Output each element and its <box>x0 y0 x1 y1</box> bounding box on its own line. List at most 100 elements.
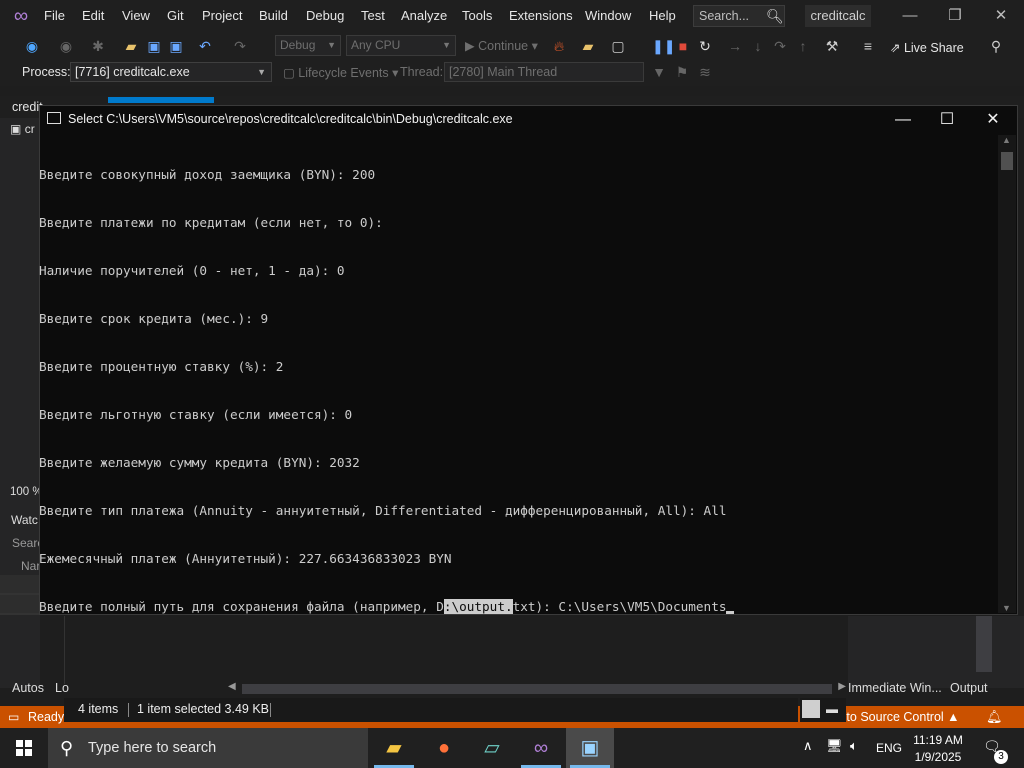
menu-debug[interactable]: Debug <box>306 8 344 23</box>
open-folder-icon[interactable]: ▰ <box>123 38 139 54</box>
tab-output[interactable]: Output <box>950 681 988 695</box>
file-explorer-icon[interactable]: ▰ <box>370 728 418 768</box>
console-close-icon[interactable]: ✕ <box>973 110 1013 130</box>
firefox-icon[interactable]: ● <box>420 728 468 768</box>
step-over-icon[interactable]: ↷ <box>772 38 788 54</box>
step-into-icon[interactable]: ↓ <box>750 38 766 54</box>
show-next-statement-icon[interactable]: → <box>727 38 743 54</box>
input-language[interactable]: ENG <box>876 741 902 755</box>
console-app-taskbar-icon[interactable]: ▣ <box>566 728 614 768</box>
console-input-line[interactable]: Введите полный путь для сохранения файла… <box>39 599 997 615</box>
configuration-combo[interactable]: Debug ▼ <box>275 35 341 56</box>
minimize-icon[interactable]: — <box>895 6 925 26</box>
details-view-icon[interactable] <box>802 700 820 718</box>
undo-icon[interactable]: ↶ <box>197 38 213 54</box>
network-icon[interactable]: 🖥︎ <box>826 738 843 754</box>
clock-date[interactable]: 1/9/2025 <box>912 750 964 764</box>
menu-project[interactable]: Project <box>202 8 242 23</box>
menu-view[interactable]: View <box>122 8 150 23</box>
visual-studio-taskbar-icon[interactable]: ∞ <box>517 728 565 768</box>
save-all-icon[interactable]: ▣ <box>168 38 184 54</box>
watch-name-column-header: Nar <box>21 559 41 573</box>
filter-icon[interactable]: ▼ <box>651 64 667 80</box>
notification-bell-icon[interactable]: 🔔︎ <box>986 709 1003 725</box>
thread-combo[interactable]: [2780] Main Thread <box>444 62 644 82</box>
clock-time[interactable]: 11:19 AM <box>912 733 964 747</box>
stack-frame-icon[interactable]: ≋ <box>697 64 713 80</box>
menu-edit[interactable]: Edit <box>82 8 104 23</box>
large-icons-view-icon[interactable]: ▬ <box>826 702 838 716</box>
break-all-icon[interactable]: ❚❚ <box>652 38 675 54</box>
console-line: Введите льготную ставку (если имеется): … <box>39 407 353 422</box>
tab-immediate-window[interactable]: Immediate Win... <box>848 681 942 695</box>
scroll-thumb[interactable] <box>242 684 832 694</box>
console-minimize-icon[interactable]: — <box>883 110 923 130</box>
process-combo[interactable]: [7716] creditcalc.exe ▼ <box>70 62 272 82</box>
platform-combo[interactable]: Any CPU ▼ <box>346 35 456 56</box>
scroll-left-icon[interactable]: ◀ <box>228 681 236 692</box>
menu-git[interactable]: Git <box>167 8 184 23</box>
scroll-down-icon[interactable]: ▼ <box>1002 603 1011 613</box>
watch-panel-title: Watc <box>11 513 38 527</box>
flag-icon[interactable]: ⚑ <box>674 64 690 80</box>
items-count: 4 items <box>78 702 119 716</box>
console-scrollbar[interactable]: ▲ ▼ <box>998 135 1016 613</box>
console-line: Наличие поручителей (0 - нет, 1 - да): 0 <box>39 263 345 278</box>
scroll-up-icon[interactable]: ▲ <box>1002 135 1011 145</box>
new-project-icon[interactable]: ✱ <box>90 38 106 54</box>
feedback-icon[interactable]: ⚲ <box>988 38 1004 54</box>
restore-icon[interactable]: ❐ <box>940 6 970 26</box>
csharp-file-icon: ▣ <box>10 122 22 136</box>
redo-icon[interactable]: ↷ <box>232 38 248 54</box>
console-output[interactable]: Введите совокупный доход заемщика (BYN):… <box>39 135 997 614</box>
console-maximize-icon[interactable]: ☐ <box>927 110 967 130</box>
menu-analyze[interactable]: Analyze <box>401 8 447 23</box>
scroll-right-icon[interactable]: ▶ <box>838 681 846 692</box>
stop-icon[interactable]: ■ <box>675 38 691 54</box>
tab-locals[interactable]: Lo <box>55 681 69 695</box>
hot-reload-icon[interactable]: 🔥︎ <box>551 38 567 54</box>
tab-autos[interactable]: Autos <box>12 681 44 695</box>
watch-grid <box>0 575 40 615</box>
folder-icon[interactable]: ▰ <box>580 38 596 54</box>
vs-search-box[interactable]: Search... 🔍︎ <box>693 5 785 27</box>
console-line: Введите совокупный доход заемщика (BYN):… <box>39 167 376 182</box>
back-icon[interactable]: ◉ <box>24 38 40 54</box>
search-icon: ⚲ <box>60 738 74 758</box>
lifecycle-events-button[interactable]: ▢ Lifecycle Events ▾ <box>283 65 398 80</box>
menu-build[interactable]: Build <box>259 8 288 23</box>
notepad-icon[interactable]: ▱ <box>468 728 516 768</box>
menu-test[interactable]: Test <box>361 8 385 23</box>
close-icon[interactable]: ✕ <box>986 6 1016 26</box>
taskbar-search-placeholder: Type here to search <box>88 740 217 756</box>
tab-creditcalc[interactable]: credit <box>12 100 43 114</box>
menu-help[interactable]: Help <box>649 8 676 23</box>
step-out-icon[interactable]: ↑ <box>795 38 811 54</box>
restart-icon[interactable]: ↻ <box>697 38 713 54</box>
console-scroll-thumb[interactable] <box>1001 152 1013 170</box>
add-to-source-control-button[interactable]: d to Source Control ▲ <box>836 710 960 724</box>
comment-icon[interactable]: ≡ <box>860 38 876 54</box>
horizontal-scrollbar[interactable]: ◀ ▶ <box>226 681 848 697</box>
menu-tools[interactable]: Tools <box>462 8 492 23</box>
diagnostics-icon[interactable]: ⚒ <box>824 38 840 54</box>
menu-window[interactable]: Window <box>585 8 631 23</box>
save-icon[interactable]: ▣ <box>146 38 162 54</box>
menu-file[interactable]: File <box>44 8 65 23</box>
status-ready: Ready <box>28 710 65 724</box>
continue-button[interactable]: ▶ Continue ▾ <box>465 38 538 53</box>
thread-label: Thread: <box>400 65 444 79</box>
show-hidden-icons-icon[interactable]: ∧ <box>803 738 813 754</box>
solution-item[interactable]: ▣ cr <box>10 122 35 136</box>
forward-icon[interactable]: ◉ <box>58 38 74 54</box>
browser-icon[interactable]: ▢ <box>610 38 626 54</box>
volume-muted-icon[interactable]: 🔈︎ <box>850 738 858 754</box>
taskbar-search[interactable]: ⚲ Type here to search <box>48 728 368 768</box>
console-line: Введите процентную ставку (%): 2 <box>39 359 284 374</box>
live-share-button[interactable]: ⇗ Live Share <box>890 40 964 55</box>
zoom-level[interactable]: 100 % <box>10 486 43 498</box>
menu-extensions[interactable]: Extensions <box>509 8 573 23</box>
solution-name[interactable]: creditcalc <box>805 5 871 27</box>
notification-count-badge: 3 <box>994 750 1008 764</box>
start-button[interactable] <box>0 728 48 768</box>
